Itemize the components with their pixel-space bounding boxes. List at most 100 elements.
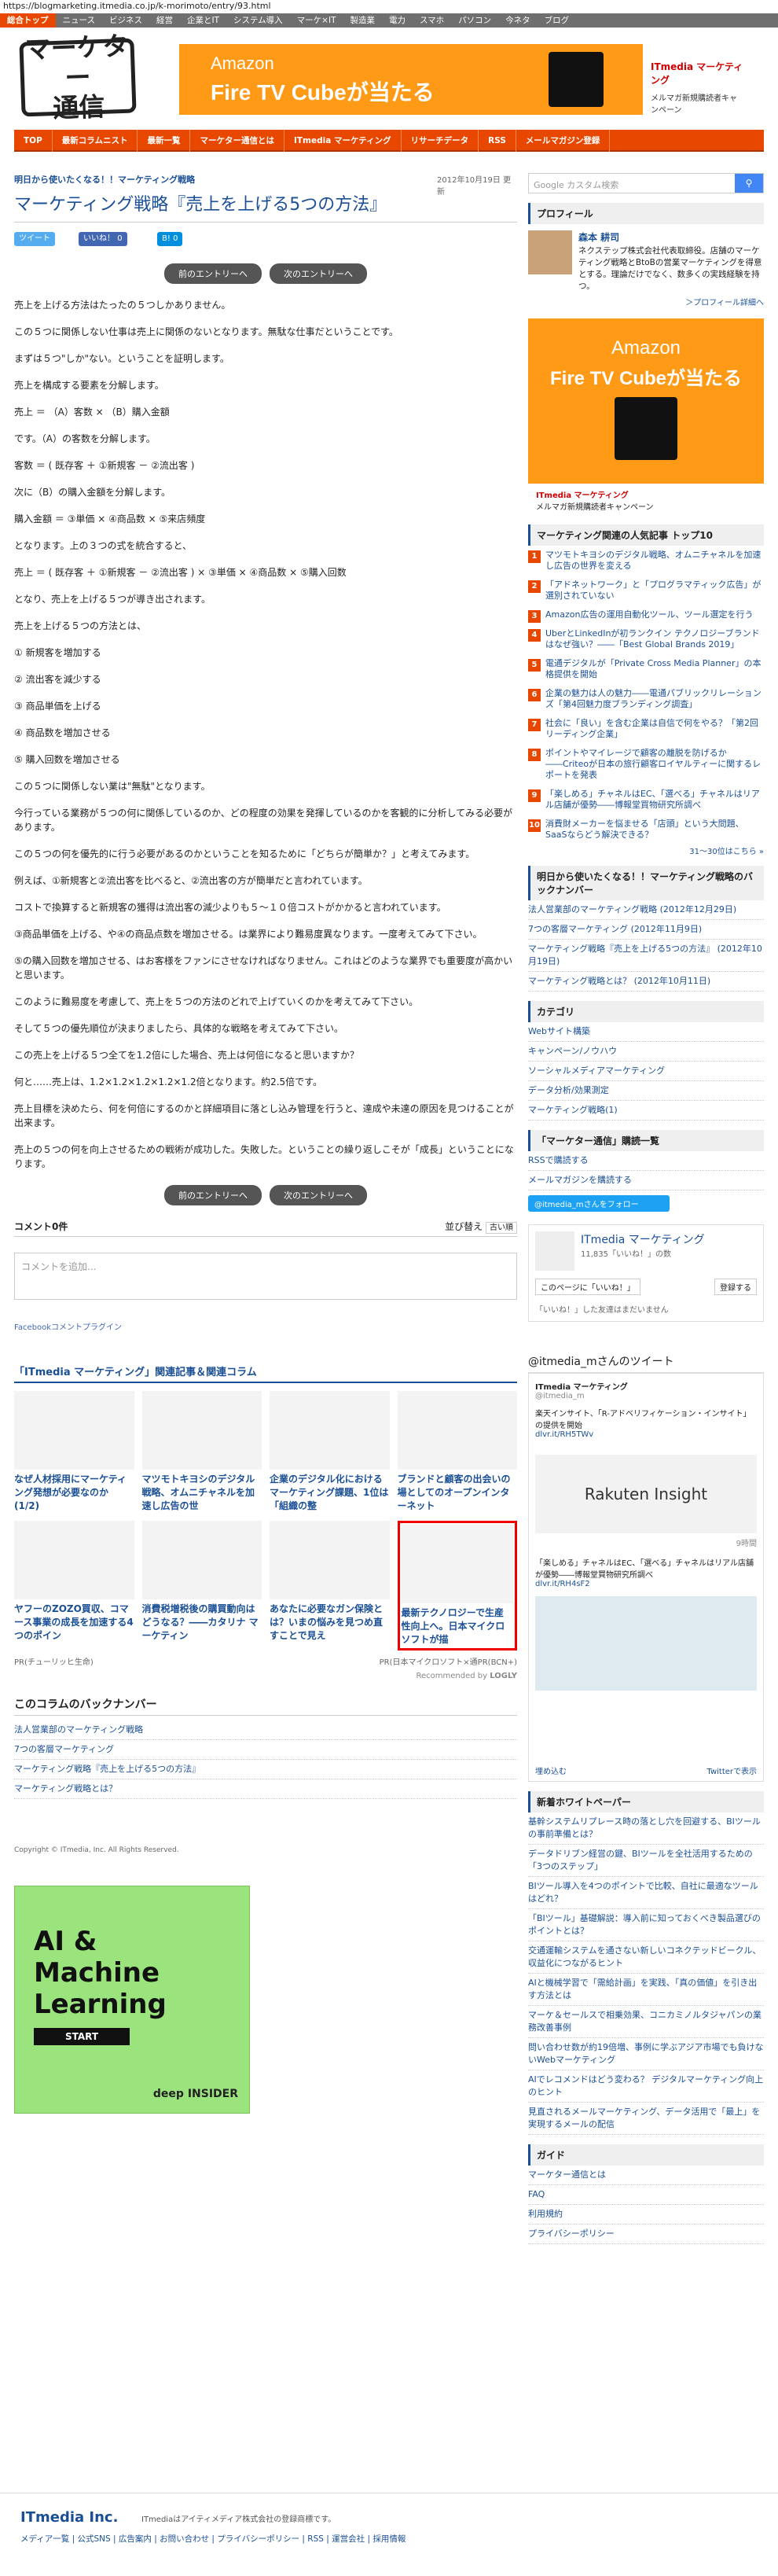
series-item[interactable]: 法人営業部のマーケティング戦略 (2012年12月29日) <box>528 900 764 920</box>
tw-link2[interactable]: dlvr.it/RH4sF2 <box>535 1580 757 1588</box>
comment-input[interactable]: コメントを追加... <box>14 1253 517 1300</box>
backnumber-item[interactable]: 法人営業部のマーケティング戦略 <box>14 1720 517 1740</box>
related-item[interactable]: ブランドと顧客の出会いの場としてのオープンインターネット <box>397 1391 517 1513</box>
tw-embed[interactable]: 埋め込む <box>535 1765 567 1776</box>
related-item[interactable]: 企業のデジタル化におけるマーケティング課題、1位は「組織の整 <box>270 1391 390 1513</box>
ranking-item[interactable]: 7 社会に「良い」を含む企業は自信で何をやる？「第2回リーディング企業」 <box>528 714 764 744</box>
ranking-item[interactable]: 5 電通デジタルが「Private Cross Media Planner」の本格… <box>528 654 764 684</box>
hatena-button[interactable]: B! 0 <box>157 232 183 246</box>
related-item[interactable]: 最新テクノロジーで生産性向上へ。日本マイクロソフトが描 <box>397 1521 517 1650</box>
url-bar[interactable]: https://blogmarketing.itmedia.co.jp/k-mo… <box>0 0 778 13</box>
tw-link1[interactable]: dlvr.it/RH5TWv <box>535 1430 757 1439</box>
footer-brand[interactable]: ITmedia Inc. <box>20 2509 118 2526</box>
whitepaper-item[interactable]: 「BIツール」基礎解説：導入前に知っておくべき製品選びのポイントとは？ <box>528 1909 764 1941</box>
whitepaper-item[interactable]: 問い合わせ数が約19倍増、事例に学ぶアジア市場でも負けないWebマーケティング <box>528 2038 764 2070</box>
whitepaper-item[interactable]: BIツール導入を4つのポイントで比較、自社に最適なツールはどれ？ <box>528 1877 764 1909</box>
search-input[interactable]: Google カスタム検索 <box>529 174 735 193</box>
category-item[interactable]: ソーシャルメディアマーケティング <box>528 1062 764 1081</box>
global-nav-item[interactable]: 電力 <box>382 13 413 28</box>
site-nav-item[interactable]: TOP <box>14 130 53 152</box>
global-nav-item[interactable]: 今ネタ <box>498 13 538 28</box>
ranking-item[interactable]: 4 UberとLinkedInが初ランクイン テクノロジーブランドはなぜ強い？――… <box>528 624 764 654</box>
prev-entry-button[interactable]: 前のエントリーへ <box>164 263 262 284</box>
ranking-item[interactable]: 3 Amazon広告の運用自動化ツール、ツール選定を行う <box>528 605 764 624</box>
site-nav-item[interactable]: マーケター通信とは <box>190 130 284 152</box>
profile-name[interactable]: 森本 耕司 <box>578 230 764 244</box>
ranking-item[interactable]: 6 企業の魅力は人の魅力――電通パブリックリレーションズ「第4回魅力度ブランディン… <box>528 684 764 714</box>
follow-button[interactable]: @itmedia_mさんをフォロー <box>528 1195 670 1212</box>
ai-start-button[interactable]: START <box>34 2028 130 2045</box>
global-nav-item[interactable]: パソコン <box>451 13 498 28</box>
site-nav-item[interactable]: 最新コラムニスト <box>53 130 138 152</box>
site-nav-item[interactable]: ITmedia マーケティング <box>284 130 402 152</box>
backnumber-item[interactable]: マーケティング戦略とは？ <box>14 1779 517 1799</box>
tweet-timeline[interactable]: ITmedia マーケティング @itmedia_m 楽天インサイト、「R-アドベ… <box>528 1373 764 1782</box>
subscribe-item[interactable]: メールマガジンを購読する <box>528 1171 764 1190</box>
guide-item[interactable]: FAQ <box>528 2185 764 2205</box>
fb-page-name[interactable]: ITmedia マーケティング <box>581 1231 705 1247</box>
global-nav-item[interactable]: マーケ×IT <box>290 13 343 28</box>
ranking-more[interactable]: 31～30位はこちら » <box>528 845 764 856</box>
subscribe-item[interactable]: RSSで購読する <box>528 1151 764 1171</box>
whitepaper-item[interactable]: データドリブン経営の鍵、BIツールを全社活用するための「3つのステップ」 <box>528 1845 764 1877</box>
global-nav-item[interactable]: 製造業 <box>343 13 383 28</box>
prev-entry-button-bottom[interactable]: 前のエントリーへ <box>164 1185 262 1205</box>
ranking-item[interactable]: 10 消費財メーカーを悩ませる「店頭」という大問題、SaaSならどう解決できる？ <box>528 815 764 845</box>
guide-item[interactable]: 利用規約 <box>528 2205 764 2225</box>
fb-like-page-button[interactable]: このページに「いいね！」 <box>535 1279 640 1295</box>
profile-link[interactable]: ＞プロフィール詳細へ <box>528 296 764 307</box>
global-nav-item[interactable]: 経営 <box>149 13 180 28</box>
global-nav-item[interactable]: ブログ <box>538 13 577 28</box>
site-nav-item[interactable]: RSS <box>479 130 516 152</box>
ranking-item[interactable]: 8 ポイントやマイレージで顧客の離脱を防げるか――Criteoが日本の旅行顧客ロイ… <box>528 744 764 785</box>
ranking-item[interactable]: 9 「楽しめる」チャネルはEC、「選べる」チャネルはリアル店舗が優勢――博報堂買物… <box>528 785 764 815</box>
category-item[interactable]: データ分析/効果測定 <box>528 1081 764 1101</box>
guide-item[interactable]: マーケター通信とは <box>528 2166 764 2185</box>
global-nav-item[interactable]: システム導入 <box>226 13 290 28</box>
ai-ad[interactable]: AI & Machine Learning START deep INSIDER <box>14 1886 250 2114</box>
next-entry-button-bottom[interactable]: 次のエントリーへ <box>270 1185 367 1205</box>
side-banner-ad[interactable]: Amazon Fire TV Cubeが当たる ITmedia マーケティングメ… <box>528 318 764 515</box>
related-item[interactable]: ヤフーのZOZO買収、コマース事業の成長を加速する4つのポイン <box>14 1521 134 1650</box>
series-item[interactable]: 7つの客層マーケティング (2012年11月9日) <box>528 920 764 940</box>
next-entry-button[interactable]: 次のエントリーへ <box>270 263 367 284</box>
global-nav-item[interactable]: ビジネス <box>102 13 149 28</box>
whitepaper-item[interactable]: AIと機械学習で「需給計画」を実践、「真の価値」を引き出す方法とは <box>528 1974 764 2006</box>
site-logo[interactable]: マーケター 通信 <box>19 30 137 123</box>
site-nav-item[interactable]: リサーチデータ <box>402 130 479 152</box>
whitepaper-item[interactable]: マーケ＆セールスで相乗効果、コニカミノルタジャパンの業務改善事例 <box>528 2006 764 2038</box>
ranking-item[interactable]: 1 マツモトキヨシのデジタル戦略、オムニチャネルを加速し広告の世界を変える <box>528 546 764 576</box>
category-item[interactable]: Webサイト構築 <box>528 1022 764 1042</box>
global-nav-item[interactable]: ニュース <box>56 13 102 28</box>
series-item[interactable]: マーケティング戦略とは？ (2012年10月11日) <box>528 972 764 992</box>
global-nav-item[interactable]: 総合トップ <box>0 13 56 28</box>
site-nav-item[interactable]: メールマガジン登録 <box>516 130 611 152</box>
ranking-item[interactable]: 2 「アドネットワーク」と「プログラマティック広告」が選別されていない <box>528 576 764 605</box>
fb-signup-button[interactable]: 登録する <box>714 1279 757 1295</box>
whitepaper-item[interactable]: 交通運輸システムを通さない新しいコネクテッドビークル、収益化につながるヒント <box>528 1941 764 1974</box>
backnumber-item[interactable]: 7つの客層マーケティング <box>14 1740 517 1760</box>
whitepaper-item[interactable]: 見直されるメールマーケティング、データ活用で「最上」を実現するメールの配信 <box>528 2103 764 2135</box>
related-item[interactable]: 消費税増税後の購買動向はどうなる？――カタリナ マーケティン <box>141 1521 262 1650</box>
backnumber-item[interactable]: マーケティング戦略『売上を上げる5つの方法』 <box>14 1760 517 1779</box>
series-item[interactable]: マーケティング戦略『売上を上げる5つの方法』 (2012年10月19日) <box>528 940 764 972</box>
related-item[interactable]: あなたに必要なガン保険とは？いまの悩みを見つめ直すことで見え <box>270 1521 390 1650</box>
site-nav-item[interactable]: 最新一覧 <box>138 130 191 152</box>
category-item[interactable]: キャンペーン/ノウハウ <box>528 1042 764 1062</box>
whitepaper-item[interactable]: 基幹システムリプレース時の落とし穴を回避する、BIツールの事前準備とは？ <box>528 1812 764 1845</box>
tw-view[interactable]: Twitterで表示 <box>706 1765 757 1776</box>
related-item[interactable]: なぜ人材採用にマーケティング発想が必要なのか (1/2) <box>14 1391 134 1513</box>
logly-logo[interactable]: LOGLY <box>490 1672 517 1680</box>
category-item[interactable]: マーケティング戦略(1) <box>528 1101 764 1121</box>
top-banner-ad[interactable]: Amazon Fire TV Cubeが当たる ITmedia マーケティング … <box>179 44 751 115</box>
guide-item[interactable]: プライバシーポリシー <box>528 2225 764 2244</box>
tweet-button[interactable]: ツイート <box>14 232 55 246</box>
global-nav-item[interactable]: スマホ <box>413 13 451 28</box>
search-icon[interactable]: ⚲ <box>735 174 763 193</box>
related-item[interactable]: マツモトキヨシのデジタル戦略、オムニチャネルを加速し広告の世 <box>141 1391 262 1513</box>
global-nav-item[interactable]: 企業とIT <box>180 13 226 28</box>
footer-links[interactable]: メディア一覧 | 公式SNS | 広告案内 | お問い合わせ | プライバシーポ… <box>20 2533 406 2545</box>
fb-comment-plugin[interactable]: Facebookコメントプラグイン <box>14 1320 517 1332</box>
like-button[interactable]: いいね！ 0 <box>79 232 127 246</box>
sort-select[interactable]: 古い順 <box>486 1222 517 1234</box>
